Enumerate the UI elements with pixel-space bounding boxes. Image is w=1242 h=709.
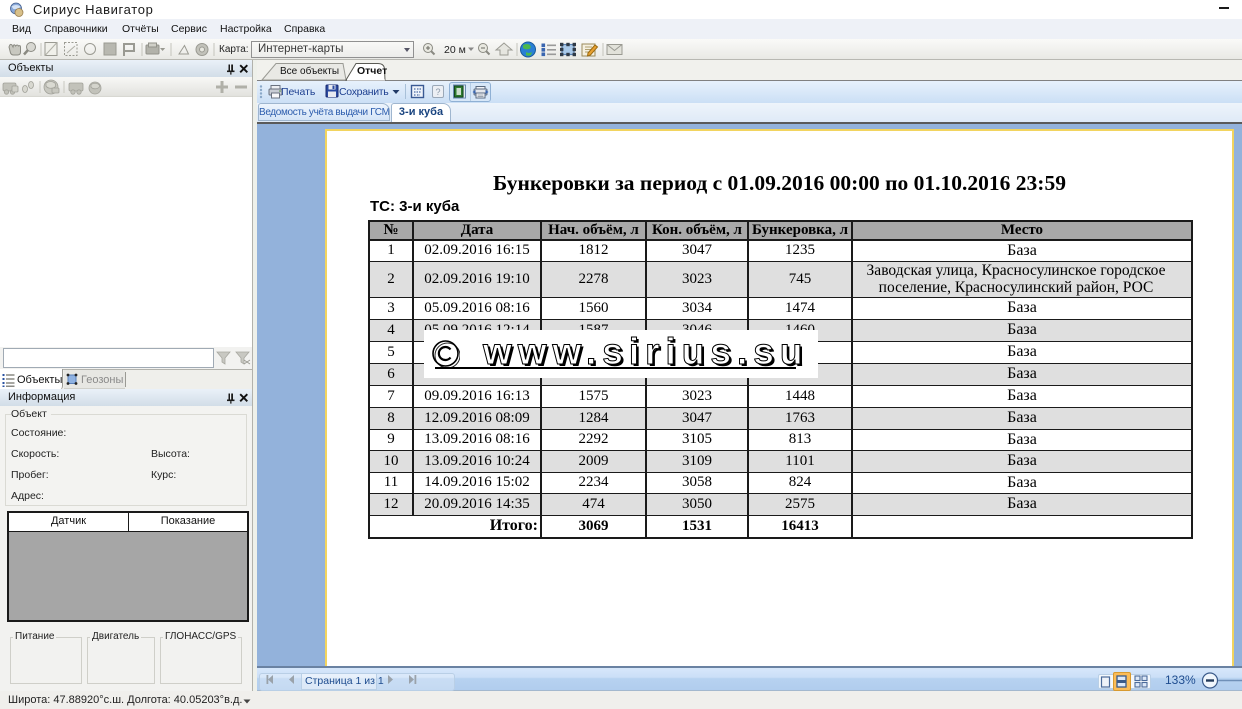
svg-text:?: ? xyxy=(435,87,440,97)
